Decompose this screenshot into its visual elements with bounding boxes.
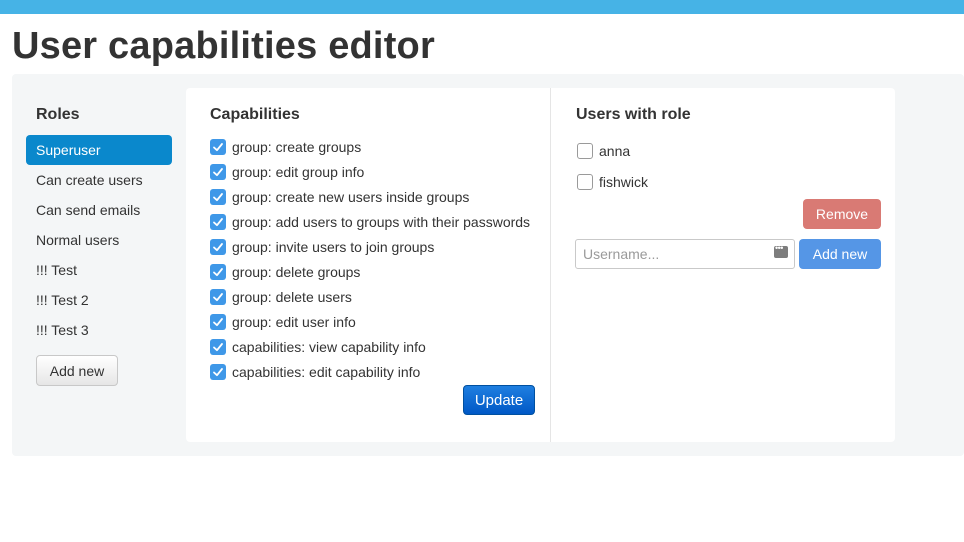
checked-checkbox-icon[interactable]	[210, 288, 226, 305]
capability-item[interactable]: group: create groups	[210, 134, 530, 159]
role-item-superuser[interactable]: Superuser	[26, 135, 172, 165]
user-label: anna	[599, 143, 631, 159]
remove-button[interactable]: Remove	[803, 199, 881, 229]
capability-label: group: invite users to join groups	[232, 238, 435, 255]
capability-item[interactable]: group: add users to groups with their pa…	[210, 209, 530, 234]
capability-item[interactable]: capabilities: view capability info	[210, 334, 530, 359]
users-heading: Users with role	[576, 106, 691, 123]
capability-item[interactable]: group: invite users to join groups	[210, 234, 530, 259]
checked-checkbox-icon[interactable]	[210, 163, 226, 180]
capabilities-list: group: create groups group: edit group i…	[210, 134, 530, 384]
update-button[interactable]: Update	[463, 385, 535, 415]
capability-item[interactable]: group: create new users inside groups	[210, 184, 530, 209]
capability-label: group: delete users	[232, 288, 352, 305]
capability-label: group: add users to groups with their pa…	[232, 213, 531, 230]
capability-item[interactable]: group: edit group info	[210, 159, 530, 184]
roles-heading: Roles	[36, 106, 80, 123]
roles-list: Superuser Can create users Can send emai…	[26, 135, 172, 345]
checked-checkbox-icon[interactable]	[210, 313, 226, 330]
password-manager-icon[interactable]	[774, 243, 788, 258]
panel-divider	[550, 88, 551, 442]
unchecked-checkbox-icon[interactable]	[577, 174, 593, 190]
capabilities-heading: Capabilities	[210, 106, 300, 123]
capability-label: group: edit group info	[232, 163, 365, 180]
capability-label: capabilities: view capability info	[232, 338, 426, 355]
checked-checkbox-icon[interactable]	[210, 238, 226, 255]
role-item-test[interactable]: !!! Test	[26, 255, 172, 285]
user-item-fishwick[interactable]: fishwick	[577, 174, 648, 190]
user-item-anna[interactable]: anna	[577, 143, 630, 159]
add-user-button[interactable]: Add new	[799, 239, 881, 269]
checked-checkbox-icon[interactable]	[210, 213, 226, 230]
username-input[interactable]	[575, 239, 795, 269]
checked-checkbox-icon[interactable]	[210, 138, 226, 155]
capability-label: group: delete groups	[232, 263, 361, 280]
capability-label: group: create new users inside groups	[232, 188, 470, 205]
unchecked-checkbox-icon[interactable]	[577, 143, 593, 159]
capability-label: capabilities: edit capability info	[232, 363, 421, 380]
capability-item[interactable]: group: delete users	[210, 284, 530, 309]
user-label: fishwick	[599, 174, 649, 190]
checked-checkbox-icon[interactable]	[210, 188, 226, 205]
add-role-button[interactable]: Add new	[36, 355, 118, 386]
capability-item[interactable]: group: delete groups	[210, 259, 530, 284]
page-title: User capabilities editor	[12, 25, 435, 67]
capability-label: group: create groups	[232, 138, 362, 155]
role-item-normal-users[interactable]: Normal users	[26, 225, 172, 255]
role-item-test-3[interactable]: !!! Test 3	[26, 315, 172, 345]
capability-label: group: edit user info	[232, 313, 356, 330]
role-item-test-2[interactable]: !!! Test 2	[26, 285, 172, 315]
capability-item[interactable]: group: edit user info	[210, 309, 530, 334]
role-item-can-send-emails[interactable]: Can send emails	[26, 195, 172, 225]
capability-item[interactable]: capabilities: edit capability info	[210, 359, 530, 384]
top-accent-bar	[0, 0, 964, 14]
role-item-can-create-users[interactable]: Can create users	[26, 165, 172, 195]
checked-checkbox-icon[interactable]	[210, 338, 226, 355]
checked-checkbox-icon[interactable]	[210, 263, 226, 280]
checked-checkbox-icon[interactable]	[210, 363, 226, 380]
